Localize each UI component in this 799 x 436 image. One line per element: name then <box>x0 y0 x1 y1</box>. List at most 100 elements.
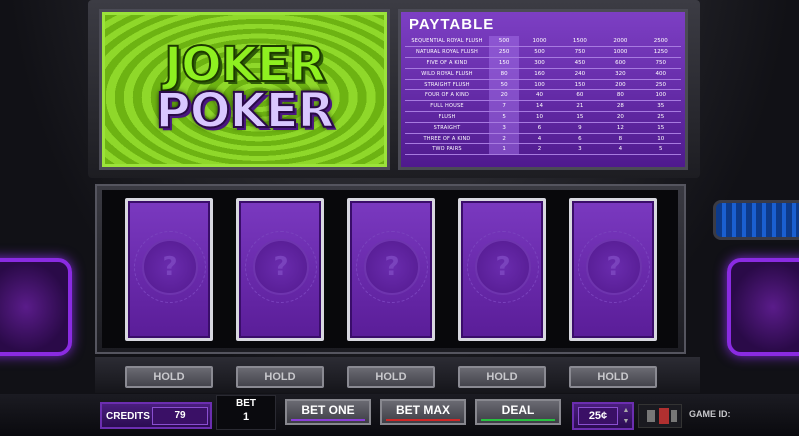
denomination-selector[interactable]: 25¢ ▲ ▼ <box>572 402 634 430</box>
paytable-value: 500 <box>489 36 520 48</box>
paytable-value: 5 <box>489 111 520 123</box>
paytable-value: 2 <box>519 143 560 156</box>
paytable-value: 3 <box>489 122 520 134</box>
arrow-down-icon[interactable]: ▼ <box>621 416 631 427</box>
paytable-row: FULL HOUSE 7 14 21 28 35 <box>405 100 681 113</box>
arrow-up-icon[interactable]: ▲ <box>621 405 631 416</box>
card-back[interactable]: ? <box>347 198 435 341</box>
card-question-icon: ? <box>364 239 420 295</box>
paytable-value: 6 <box>519 122 560 134</box>
paytable-value: 4 <box>519 133 560 145</box>
bet-one-label: BET ONE <box>301 403 355 417</box>
paytable-value: 1 <box>489 143 520 156</box>
hold-button-4[interactable]: HOLD <box>458 366 546 388</box>
paytable-value: 12 <box>600 122 641 134</box>
deal-indicator <box>481 419 555 421</box>
paytable-value: 28 <box>600 100 641 113</box>
paytable-value: 600 <box>600 57 641 69</box>
hold-button-5[interactable]: HOLD <box>569 366 657 388</box>
credits-label: CREDITS <box>106 411 150 422</box>
paytable-value: 150 <box>489 57 520 69</box>
card-question-icon: ? <box>142 239 198 295</box>
paytable-value: 240 <box>559 68 601 80</box>
bet-max-indicator <box>386 419 460 421</box>
paytable-value: 2 <box>489 133 520 145</box>
credits-display: CREDITS 79 <box>100 402 212 429</box>
paytable-value: 1250 <box>640 46 681 59</box>
paytable-value: 150 <box>559 79 601 91</box>
paytable-value: 15 <box>640 122 681 134</box>
denomination-value: 25¢ <box>578 407 618 425</box>
paytable-hand: STRAIGHT FLUSH <box>405 79 489 91</box>
paytable-hand: WILD ROYAL FLUSH <box>405 68 489 80</box>
left-purple-light <box>0 258 72 356</box>
paytable-value: 2000 <box>600 36 641 48</box>
paytable-value: 500 <box>519 46 560 59</box>
paytable-row: STRAIGHT 3 6 9 12 15 <box>405 122 681 134</box>
paytable-value: 10 <box>519 111 560 123</box>
logo-line-poker: POKER <box>155 83 336 139</box>
paytable-hand: FLUSH <box>405 111 489 123</box>
sound-icon-part <box>647 410 655 422</box>
paytable-value: 450 <box>559 57 601 69</box>
paytable-row: NATURAL ROYAL FLUSH 250 500 750 1000 1250 <box>405 46 681 59</box>
paytable-value: 250 <box>489 46 520 59</box>
paytable-value: 5 <box>640 143 681 156</box>
paytable-value: 1500 <box>559 36 601 48</box>
paytable-value: 4 <box>600 143 641 156</box>
paytable-row: FLUSH 5 10 15 20 25 <box>405 111 681 123</box>
bet-max-button[interactable]: BET MAX <box>380 399 466 425</box>
sound-icon-part <box>659 408 669 424</box>
paytable-grid: SEQUENTIAL ROYAL FLUSH 500 1000 1500 2000 250… <box>405 36 681 156</box>
bet-one-indicator <box>291 419 365 421</box>
paytable-value: 25 <box>640 111 681 123</box>
bet-one-button[interactable]: BET ONE <box>285 399 371 425</box>
logo-line-joker: JOKER <box>163 37 327 93</box>
right-blue-light <box>713 200 799 240</box>
denomination-arrows[interactable]: ▲ ▼ <box>621 405 631 427</box>
paytable-row: SEQUENTIAL ROYAL FLUSH 500 1000 1500 2000 250… <box>405 36 681 48</box>
sound-toggle-icon[interactable] <box>638 404 682 428</box>
paytable-value: 21 <box>559 100 601 113</box>
logo-text: JOKER POKER <box>102 37 387 139</box>
paytable-value: 20 <box>489 89 520 102</box>
paytable-title: PAYTABLE <box>409 16 495 33</box>
paytable-value: 40 <box>519 89 560 102</box>
paytable-hand: STRAIGHT <box>405 122 489 134</box>
game-id-label: GAME ID: <box>689 409 731 419</box>
paytable-value: 400 <box>640 68 681 80</box>
paytable-value: 1000 <box>600 46 641 59</box>
paytable-row: FIVE OF A KIND 150 300 450 600 750 <box>405 57 681 69</box>
paytable-hand: THREE OF A KIND <box>405 133 489 145</box>
bet-display: BET 1 <box>216 395 276 430</box>
card-back[interactable]: ? <box>236 198 324 341</box>
paytable-value: 8 <box>600 133 641 145</box>
paytable-value: 750 <box>640 57 681 69</box>
card-back[interactable]: ? <box>458 198 546 341</box>
bet-max-label: BET MAX <box>396 403 450 417</box>
card-back[interactable]: ? <box>569 198 657 341</box>
paytable-value: 200 <box>600 79 641 91</box>
hold-button-2[interactable]: HOLD <box>236 366 324 388</box>
sound-icon-part <box>671 410 677 422</box>
paytable-value: 6 <box>559 133 601 145</box>
paytable-value: 9 <box>559 122 601 134</box>
paytable-row: STRAIGHT FLUSH 50 100 150 200 250 <box>405 79 681 91</box>
paytable-value: 15 <box>559 111 601 123</box>
card-back[interactable]: ? <box>125 198 213 341</box>
bet-label: BET <box>236 398 256 409</box>
paytable-hand: SEQUENTIAL ROYAL FLUSH <box>405 36 489 48</box>
paytable-row: WILD ROYAL FLUSH 80 160 240 320 400 <box>405 68 681 80</box>
paytable-value: 2500 <box>640 36 681 48</box>
hold-button-3[interactable]: HOLD <box>347 366 435 388</box>
deal-button[interactable]: DEAL <box>475 399 561 425</box>
paytable-value: 60 <box>559 89 601 102</box>
hold-button-1[interactable]: HOLD <box>125 366 213 388</box>
paytable-value: 50 <box>489 79 520 91</box>
right-purple-light <box>727 258 799 356</box>
paytable-value: 20 <box>600 111 641 123</box>
paytable-row: TWO PAIRS 1 2 3 4 5 <box>405 143 681 156</box>
paytable-value: 300 <box>519 57 560 69</box>
paytable-hand: FOUR OF A KIND <box>405 89 489 102</box>
paytable-value: 100 <box>640 89 681 102</box>
